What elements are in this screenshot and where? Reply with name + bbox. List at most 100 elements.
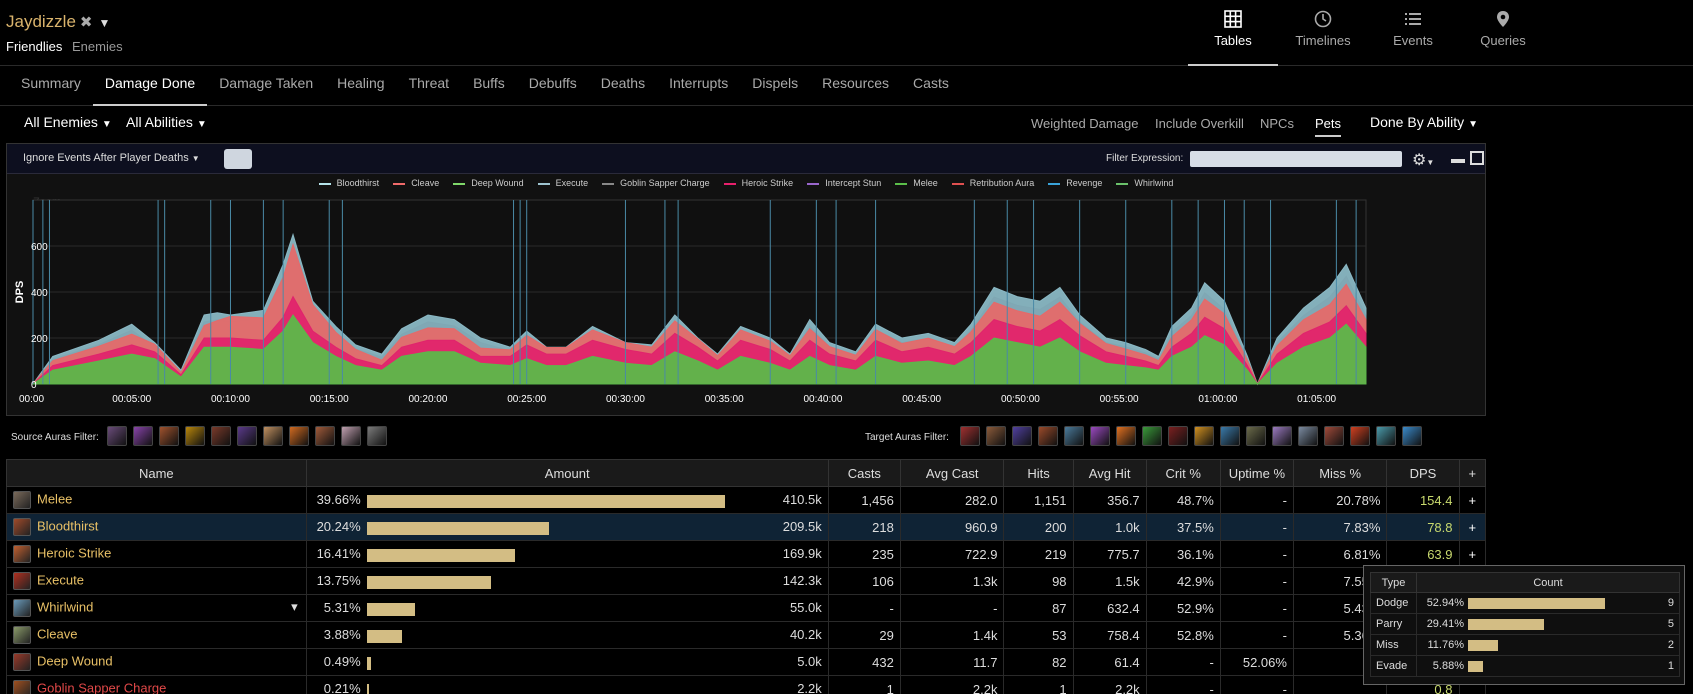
target-aura-icon-17[interactable] (1376, 426, 1396, 446)
ability-name[interactable]: Bloodthirst (37, 518, 98, 533)
tab-damage-done[interactable]: Damage Done (92, 66, 208, 106)
ability-cell[interactable]: Melee (6, 486, 307, 514)
target-aura-icon-8[interactable] (1142, 426, 1162, 446)
table-row[interactable]: Deep Wound 0.49% 5.0k 432 11.7 82 61.4-52.06… (6, 648, 1486, 676)
tab-threat[interactable]: Threat (397, 66, 461, 106)
miss-cell[interactable]: 6.81% (1292, 540, 1388, 568)
expand-dropdown-icon[interactable]: ▾ (291, 599, 298, 615)
view-tables[interactable]: Tables (1188, 0, 1278, 66)
filter-expression-input[interactable] (1190, 151, 1402, 167)
col-avg-hit[interactable]: Avg Hit (1072, 459, 1147, 487)
aura-icon-3[interactable] (159, 426, 179, 446)
ability-cell[interactable]: Execute (6, 567, 307, 595)
friendlies-link[interactable]: Friendlies (6, 39, 62, 54)
enemies-dropdown[interactable]: All Enemies ▼ (24, 114, 112, 130)
target-aura-icon-6[interactable] (1090, 426, 1110, 446)
maximize-icon[interactable] (1470, 151, 1484, 165)
view-queries[interactable]: Queries (1458, 0, 1548, 66)
target-aura-icon-2[interactable] (986, 426, 1006, 446)
ability-name[interactable]: Execute (37, 572, 84, 587)
ability-cell[interactable]: Bloodthirst (6, 513, 307, 541)
col-amount[interactable]: Amount (305, 459, 829, 487)
aura-icon-1[interactable] (107, 426, 127, 446)
ability-name[interactable]: Melee (37, 491, 72, 506)
target-aura-icon-15[interactable] (1324, 426, 1344, 446)
ability-cell[interactable]: Whirlwind ▾ (6, 594, 307, 622)
enemies-link[interactable]: Enemies (72, 39, 123, 54)
table-row[interactable]: Bloodthirst 20.24% 209.5k 218 960.9 200 1.0k… (6, 513, 1486, 541)
ability-name[interactable]: Deep Wound (37, 653, 113, 668)
ability-name[interactable]: Heroic Strike (37, 545, 111, 560)
table-row[interactable]: Cleave 3.88% 40.2k 29 1.4k 53 758.4 52.8% -5.3… (6, 621, 1486, 649)
col-miss[interactable]: Miss % (1292, 459, 1388, 487)
col-casts[interactable]: Casts (827, 459, 901, 487)
target-aura-icon-12[interactable] (1246, 426, 1266, 446)
aura-icon-5[interactable] (211, 426, 231, 446)
weighted-damage-toggle[interactable]: Weighted Damage (1031, 116, 1138, 131)
target-aura-icon-7[interactable] (1116, 426, 1136, 446)
aura-icon-8[interactable] (289, 426, 309, 446)
pets-toggle[interactable]: Pets (1315, 116, 1342, 137)
col-hits[interactable]: Hits (1003, 459, 1074, 487)
ability-name[interactable]: Whirlwind (37, 599, 93, 614)
col-[interactable]: + (1458, 459, 1486, 487)
ability-cell[interactable]: Goblin Sapper Charge (6, 675, 307, 694)
ignore-deaths-toggle[interactable] (224, 149, 252, 169)
aura-icon-10[interactable] (341, 426, 361, 446)
target-aura-icon-16[interactable] (1350, 426, 1370, 446)
target-aura-icon-3[interactable] (1012, 426, 1032, 446)
ignore-deaths-dropdown[interactable]: Ignore Events After Player Deaths ▼ (23, 152, 200, 164)
target-aura-icon-11[interactable] (1220, 426, 1240, 446)
col-uptime[interactable]: Uptime % (1219, 459, 1294, 487)
minimize-icon[interactable] (1451, 159, 1465, 163)
table-row[interactable]: Execute 13.75% 142.3k 106 1.3k 98 1.5k 42.9% -… (6, 567, 1486, 595)
ability-cell[interactable]: Deep Wound (6, 648, 307, 676)
player-selector[interactable]: Jaydizzle ✖ ▼ (6, 12, 110, 32)
ability-name[interactable]: Goblin Sapper Charge (37, 680, 166, 694)
dps-area-chart[interactable]: 0 200 400 600 DPS 00:00 00:05:00 00:10:00 00:15:… (7, 174, 1485, 415)
table-row[interactable]: Goblin Sapper Charge 0.21% 2.2k 1 2.2k 1 2.2… (6, 675, 1486, 694)
close-icon[interactable]: ✖ (80, 14, 93, 31)
gear-icon[interactable]: ⚙▼ (1412, 150, 1434, 170)
table-row[interactable]: Melee 39.66% 410.5k 1,456 282.0 1,151 356.7 4… (6, 486, 1486, 514)
ability-name[interactable]: Cleave (37, 626, 77, 641)
chevron-down-icon[interactable]: ▼ (99, 16, 111, 30)
tab-resources[interactable]: Resources (810, 66, 901, 106)
expand-row-button[interactable]: + (1458, 513, 1486, 541)
tab-deaths[interactable]: Deaths (589, 66, 657, 106)
tab-interrupts[interactable]: Interrupts (657, 66, 740, 106)
table-row[interactable]: Whirlwind ▾ 5.31% 55.0k - -87 632.4 52.9% -5.… (6, 594, 1486, 622)
target-aura-icon-14[interactable] (1298, 426, 1318, 446)
expand-row-button[interactable]: + (1458, 540, 1486, 568)
ability-cell[interactable]: Cleave (6, 621, 307, 649)
aura-icon-4[interactable] (185, 426, 205, 446)
tab-debuffs[interactable]: Debuffs (517, 66, 589, 106)
target-aura-icon-5[interactable] (1064, 426, 1084, 446)
aura-icon-7[interactable] (263, 426, 283, 446)
aura-icon-9[interactable] (315, 426, 335, 446)
aura-icon-6[interactable] (237, 426, 257, 446)
miss-cell[interactable]: 7.83% (1292, 513, 1388, 541)
npcs-toggle[interactable]: NPCs (1260, 116, 1294, 131)
expand-row-button[interactable]: + (1458, 486, 1486, 514)
target-aura-icon-9[interactable] (1168, 426, 1188, 446)
target-aura-icon-1[interactable] (960, 426, 980, 446)
target-aura-icon-18[interactable] (1402, 426, 1422, 446)
tab-healing[interactable]: Healing (325, 66, 396, 106)
table-row[interactable]: Heroic Strike 16.41% 169.9k 235 722.9 219 77… (6, 540, 1486, 568)
col-dps[interactable]: DPS (1386, 459, 1460, 487)
include-overkill-toggle[interactable]: Include Overkill (1155, 116, 1244, 131)
tab-summary[interactable]: Summary (9, 66, 93, 106)
target-aura-icon-13[interactable] (1272, 426, 1292, 446)
abilities-dropdown[interactable]: All Abilities ▼ (126, 114, 207, 130)
aura-icon-2[interactable] (133, 426, 153, 446)
miss-cell[interactable]: 20.78% (1292, 486, 1388, 514)
target-aura-icon-10[interactable] (1194, 426, 1214, 446)
col-avg-cast[interactable]: Avg Cast (899, 459, 1005, 487)
col-name[interactable]: Name (6, 459, 307, 487)
target-aura-icon-4[interactable] (1038, 426, 1058, 446)
tab-casts[interactable]: Casts (901, 66, 961, 106)
tab-damage-taken[interactable]: Damage Taken (207, 66, 325, 106)
aura-icon-11[interactable] (367, 426, 387, 446)
tab-dispels[interactable]: Dispels (740, 66, 810, 106)
